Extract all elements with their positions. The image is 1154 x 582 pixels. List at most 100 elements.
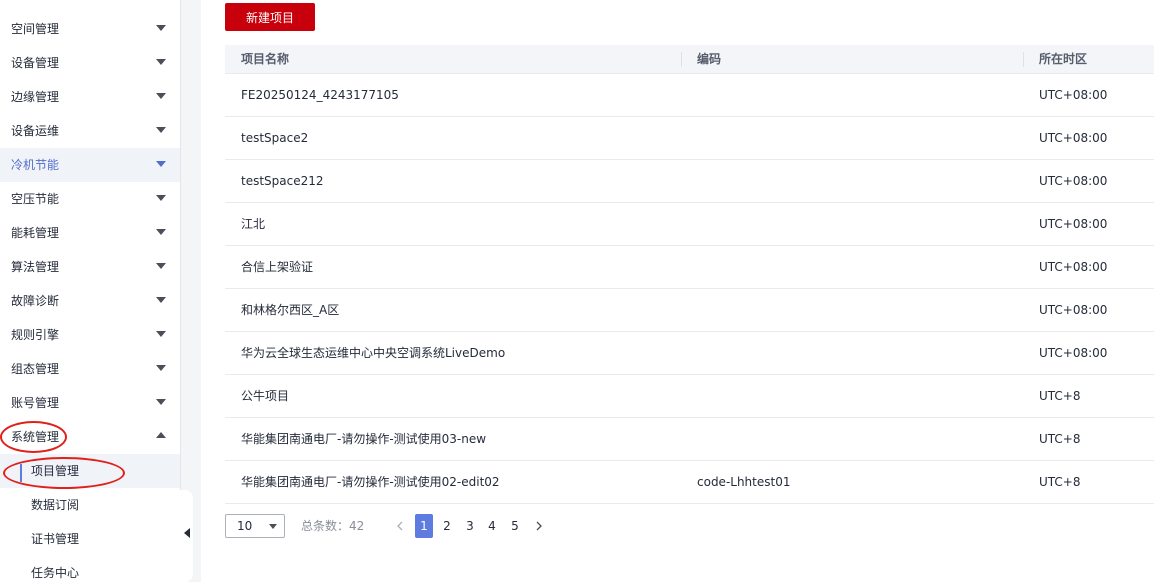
- chevron-down-icon: [156, 161, 166, 167]
- sidebar-menu: 空间管理 设备管理 边缘管理 设备运维 冷机节能 空压节能 能耗管理 算法管理 …: [0, 0, 180, 582]
- cell-timezone: UTC+08:00: [1039, 217, 1108, 231]
- sidebar-item-label: 规则引擎: [11, 328, 60, 342]
- sidebar-item-partial-top[interactable]: [0, 0, 180, 12]
- chevron-down-icon: [156, 365, 166, 371]
- submenu-item-label: 证书管理: [31, 532, 80, 546]
- table-row[interactable]: 公牛项目 UTC+8: [225, 375, 1154, 418]
- sidebar-item-label: 设备管理: [11, 56, 60, 70]
- cell-timezone: UTC+8: [1039, 389, 1081, 403]
- cell-project-name: FE20250124_4243177105: [241, 88, 399, 102]
- cell-code: code-Lhhtest01: [697, 475, 791, 489]
- table-row[interactable]: 华能集团南通电厂-请勿操作-测试使用03-new UTC+8: [225, 418, 1154, 461]
- sidebar-item-energy[interactable]: 能耗管理: [0, 216, 180, 250]
- page-button-4[interactable]: 4: [483, 514, 501, 538]
- chevron-down-icon: [156, 59, 166, 65]
- sidebar-item-configuration[interactable]: 组态管理: [0, 352, 180, 386]
- sidebar-item-space[interactable]: 空间管理: [0, 12, 180, 46]
- sidebar-item-label: 故障诊断: [11, 294, 60, 308]
- chevron-down-icon: [156, 127, 166, 133]
- chevron-left-icon: [397, 521, 403, 531]
- page-button-3[interactable]: 3: [461, 514, 479, 538]
- cell-timezone: UTC+08:00: [1039, 303, 1108, 317]
- sidebar-item-label: 账号管理: [11, 396, 60, 410]
- cell-timezone: UTC+08:00: [1039, 260, 1108, 274]
- sidebar-item-label: 空压节能: [11, 192, 60, 206]
- sidebar-item-air-compressor[interactable]: 空压节能: [0, 182, 180, 216]
- cell-timezone: UTC+08:00: [1039, 174, 1108, 188]
- table-row[interactable]: 华为云全球生态运维中心中央空调系统LiveDemo UTC+08:00: [225, 332, 1154, 375]
- chevron-down-icon: [156, 399, 166, 405]
- sidebar-item-algorithm[interactable]: 算法管理: [0, 250, 180, 284]
- chevron-down-icon: [156, 263, 166, 269]
- cell-timezone: UTC+8: [1039, 475, 1081, 489]
- submenu-item-label: 任务中心: [31, 566, 80, 580]
- total-count: 总条数：42: [301, 519, 365, 533]
- prev-page-button[interactable]: [393, 514, 407, 538]
- sidebar-item-label: 边缘管理: [11, 90, 60, 104]
- table-row[interactable]: 和林格尔西区_A区 UTC+08:00: [225, 289, 1154, 332]
- chevron-down-icon: [156, 25, 166, 31]
- cell-code: [681, 74, 1023, 116]
- table-row[interactable]: FE20250124_4243177105 UTC+08:00: [225, 74, 1154, 117]
- table-row[interactable]: 合信上架验证 UTC+08:00: [225, 246, 1154, 289]
- sidebar-item-label: 算法管理: [11, 260, 60, 274]
- page-button-2[interactable]: 2: [438, 514, 456, 538]
- cell-code: [681, 160, 1023, 202]
- sidebar-item-label: 冷机节能: [11, 158, 60, 172]
- submenu-item-label: 数据订阅: [31, 498, 80, 512]
- cell-project-name: 公牛项目: [241, 389, 290, 403]
- table-header: 项目名称 编码 所在时区: [225, 45, 1154, 74]
- submenu-item-data-subscription[interactable]: 数据订阅: [0, 488, 180, 522]
- chevron-right-icon: [536, 521, 542, 531]
- page-size-select[interactable]: 10: [225, 514, 285, 538]
- table-row[interactable]: testSpace212 UTC+08:00: [225, 160, 1154, 203]
- sidebar-item-device-ops[interactable]: 设备运维: [0, 114, 180, 148]
- main-content: 新建项目 项目名称 编码 所在时区 FE20250124_4243177105 …: [201, 0, 1154, 582]
- table-row[interactable]: 华能集团南通电厂-请勿操作-测试使用02-edit02 code-Lhhtest…: [225, 461, 1154, 504]
- page-button-1[interactable]: 1: [415, 514, 433, 538]
- sidebar-item-system[interactable]: 系统管理: [0, 420, 180, 454]
- sidebar-item-chiller[interactable]: 冷机节能: [0, 148, 180, 182]
- chevron-left-icon: [184, 528, 190, 538]
- sidebar-item-device[interactable]: 设备管理: [0, 46, 180, 80]
- cell-code: [681, 289, 1023, 331]
- cell-timezone: UTC+08:00: [1039, 131, 1108, 145]
- submenu-item-task-center[interactable]: 任务中心: [0, 556, 180, 582]
- chevron-down-icon: [156, 93, 166, 99]
- page-button-5[interactable]: 5: [506, 514, 524, 538]
- cell-project-name: testSpace2: [241, 131, 309, 145]
- cell-timezone: UTC+08:00: [1039, 346, 1108, 360]
- cell-project-name: 华能集团南通电厂-请勿操作-测试使用03-new: [241, 432, 487, 446]
- chevron-down-icon: [156, 297, 166, 303]
- sidebar-item-account[interactable]: 账号管理: [0, 386, 180, 420]
- submenu-item-project[interactable]: 项目管理: [0, 454, 180, 488]
- cell-timezone: UTC+8: [1039, 432, 1081, 446]
- cell-code: [681, 117, 1023, 159]
- chevron-down-icon: [156, 331, 166, 337]
- submenu-item-label: 项目管理: [31, 464, 80, 478]
- new-project-button[interactable]: 新建项目: [225, 3, 315, 31]
- sidebar-item-diagnosis[interactable]: 故障诊断: [0, 284, 180, 318]
- column-header-name: 项目名称: [241, 52, 290, 66]
- table-row[interactable]: 江北 UTC+08:00: [225, 203, 1154, 246]
- column-header-timezone: 所在时区: [1023, 45, 1154, 73]
- page-size-value: 10: [237, 519, 253, 533]
- sidebar-item-label: 设备运维: [11, 124, 60, 138]
- sidebar-item-label: 组态管理: [11, 362, 60, 376]
- sidebar: 空间管理 设备管理 边缘管理 设备运维 冷机节能 空压节能 能耗管理 算法管理 …: [0, 0, 180, 582]
- sidebar-collapse-button[interactable]: [180, 490, 193, 582]
- cell-code: [681, 375, 1023, 417]
- next-page-button[interactable]: [532, 514, 546, 538]
- sidebar-item-rule-engine[interactable]: 规则引擎: [0, 318, 180, 352]
- cell-project-name: testSpace212: [241, 174, 324, 188]
- cell-project-name: 江北: [241, 217, 266, 231]
- cell-project-name: 华能集团南通电厂-请勿操作-测试使用02-edit02: [241, 475, 500, 489]
- submenu-item-certificate[interactable]: 证书管理: [0, 522, 180, 556]
- table-row[interactable]: testSpace2 UTC+08:00: [225, 117, 1154, 160]
- column-header-code: 编码: [681, 45, 1023, 73]
- cell-code: [681, 418, 1023, 460]
- sidebar-item-edge[interactable]: 边缘管理: [0, 80, 180, 114]
- cell-project-name: 合信上架验证: [241, 260, 314, 274]
- cell-project-name: 和林格尔西区_A区: [241, 303, 340, 317]
- cell-timezone: UTC+08:00: [1039, 88, 1108, 102]
